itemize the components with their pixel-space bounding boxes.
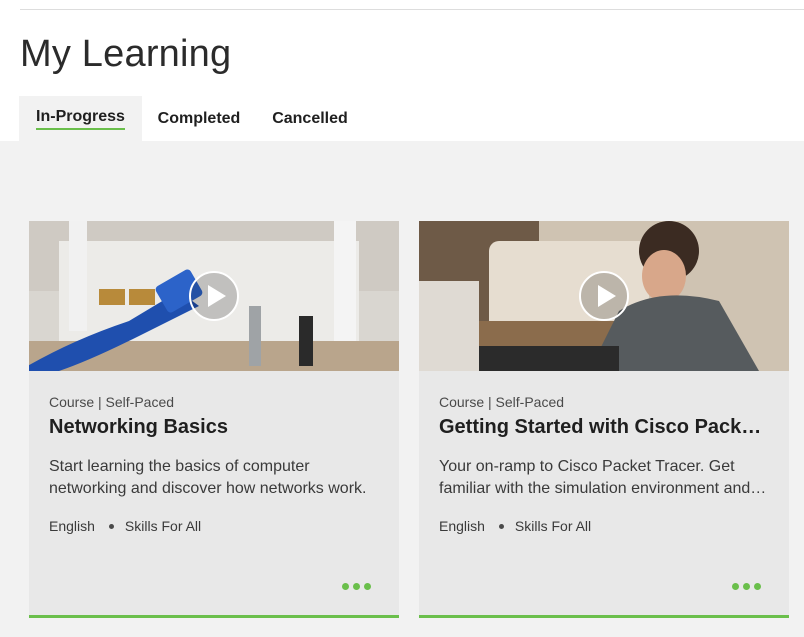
play-icon[interactable] [579,271,629,321]
tab-label: Completed [157,109,241,127]
language-label: English [49,518,95,534]
language-label: English [439,518,485,534]
tab-bar: In-Progress Completed Cancelled [19,96,364,141]
page-title: My Learning [20,33,232,75]
course-title[interactable]: Getting Started with Cisco Packet Tracer [439,416,769,439]
tab-cancelled[interactable]: Cancelled [256,96,364,141]
tab-completed[interactable]: Completed [142,96,256,141]
course-description: Your on-ramp to Cisco Packet Tracer. Get… [439,458,751,497]
bullet-separator [108,523,114,529]
course-thumbnail[interactable] [419,221,789,371]
program-label: Skills For All [124,518,202,534]
bullet-separator [498,523,504,529]
course-card[interactable]: Course | Self-Paced Networking Basics St… [29,221,399,618]
header-divider [20,9,804,10]
course-description: Start learning the basics of computer ne… [49,458,367,497]
tab-in-progress[interactable]: In-Progress [19,96,142,141]
program-label: Skills For All [514,518,592,534]
course-thumbnail[interactable] [29,221,399,371]
more-options-icon[interactable] [732,583,761,590]
tab-label: Cancelled [272,109,348,127]
play-icon[interactable] [189,271,239,321]
course-title[interactable]: Networking Basics [49,416,379,439]
course-card[interactable]: Course | Self-Paced Getting Started with… [419,221,789,618]
course-meta: Course | Self-Paced [439,394,565,410]
more-options-icon[interactable] [342,583,371,590]
course-meta: Course | Self-Paced [49,394,175,410]
course-tags: English Skills For All [439,518,591,534]
course-tags: English Skills For All [49,518,201,534]
tab-label: In-Progress [36,108,125,130]
